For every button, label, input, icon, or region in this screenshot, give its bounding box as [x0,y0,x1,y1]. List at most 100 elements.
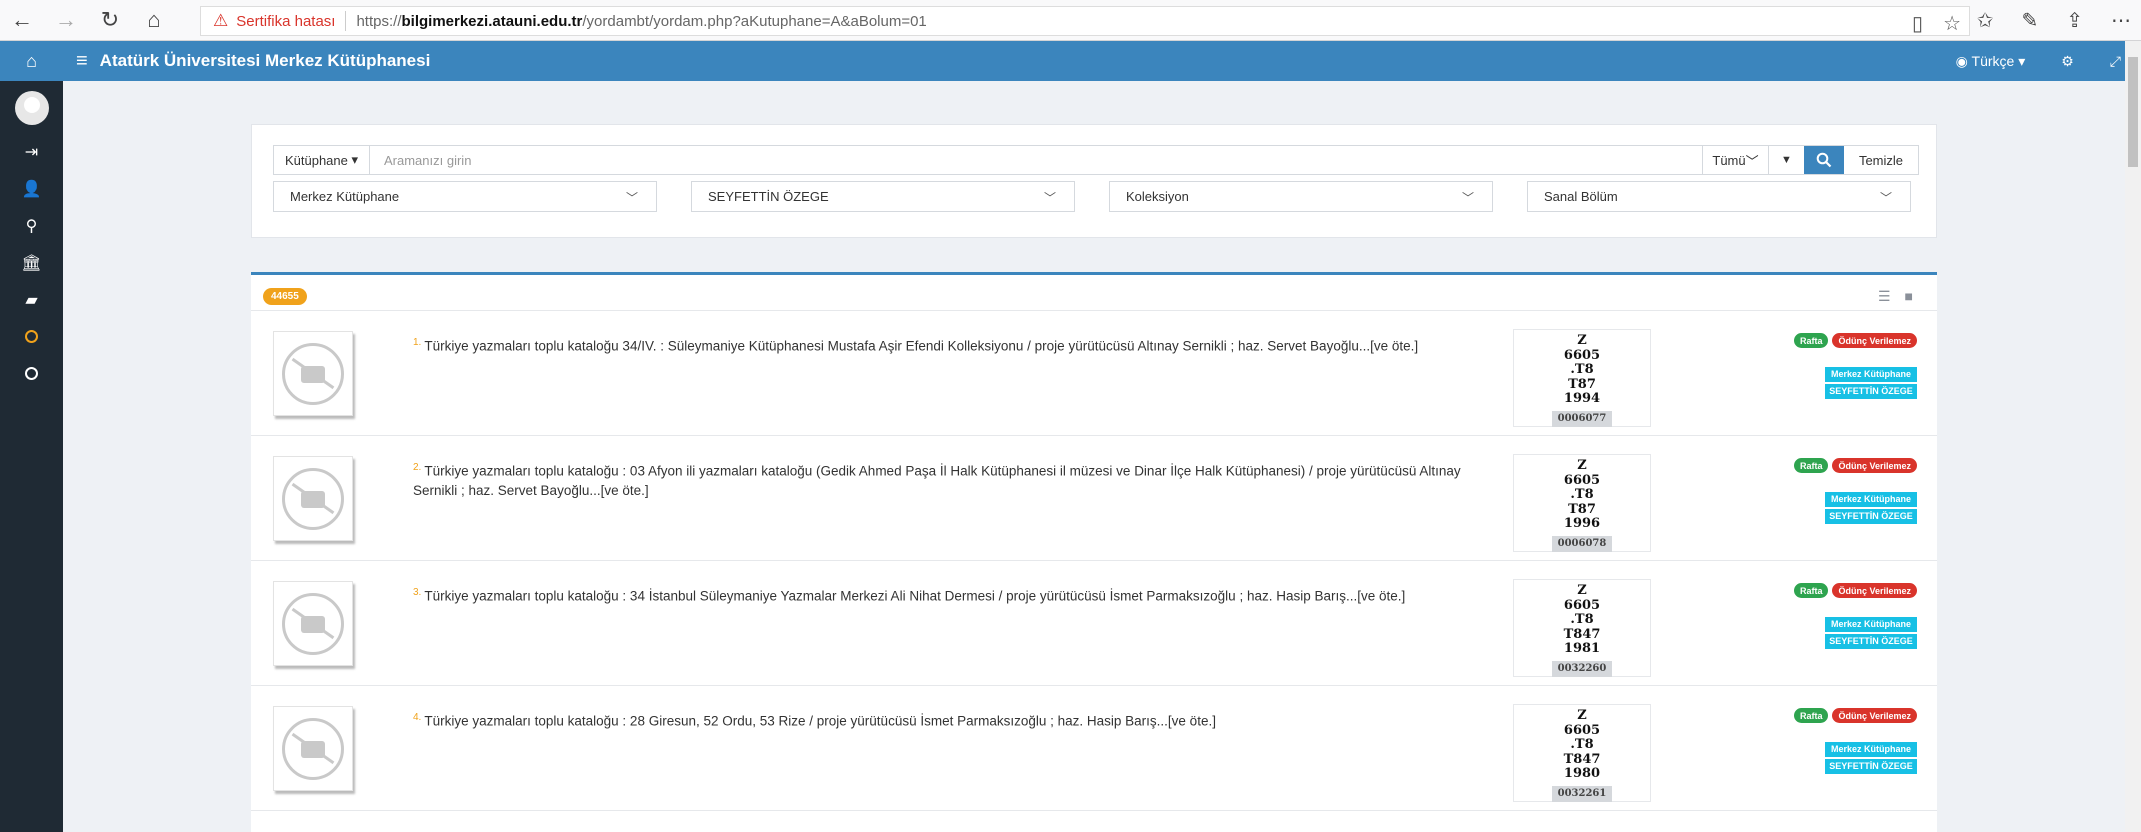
search-icon [1816,152,1832,168]
section-select[interactable]: SEYFETTİN ÖZEGE ﹀ [691,181,1075,212]
share-icon[interactable]: ⇪ [2066,8,2083,33]
library-dropdown[interactable]: Kütüphane ▾ [274,146,370,174]
call-line: 1996 [1563,516,1601,531]
list-item: 3. Türkiye yazmaları toplu kataloğu : 34 … [251,560,1937,684]
result-title-text: Türkiye yazmaları toplu kataloğu : 28 Gi… [424,713,1216,729]
barcode: 0006078 [1551,535,1613,552]
results-panel: 44655 ☰ ■ 1. Türkiye yazmaları toplu kata… [251,272,1937,832]
certificate-error[interactable]: Sertifika hatası [236,13,335,30]
result-title[interactable]: 3. Türkiye yazmaları toplu kataloğu : 34 … [413,583,1493,606]
virtual-section-select[interactable]: Sanal Bölüm ﹀ [1527,181,1911,212]
favorite-star-icon[interactable]: ☆ [1943,11,1961,36]
search-bar: Kütüphane ▾ Tümü﹀ ▼ Temizle [273,145,1919,175]
pen-icon[interactable]: ✎ [2021,8,2038,33]
list-item: 4. Türkiye yazmaları toplu kataloğu : 28 … [251,685,1937,809]
status-badge: Rafta [1793,708,1829,723]
language-menu[interactable]: ◉ Türkçe ▾ [1956,53,2026,70]
back-icon[interactable]: ← [0,0,44,41]
collection-select[interactable]: Koleksiyon ﹀ [1109,181,1493,212]
loan-badge: Ödünç Verilemez [1832,458,1917,473]
avatar[interactable] [14,91,49,125]
home-icon[interactable]: ⌂ [0,41,63,81]
chevron-down-icon: ﹀ [1461,191,1474,205]
chevron-down-icon[interactable]: ▼ [1768,146,1804,174]
no-image-icon[interactable] [273,331,353,416]
library-select[interactable]: Merkez Kütüphane ﹀ [273,181,657,212]
list-view-icon[interactable]: ☰ [1878,288,1891,305]
barcode: 0032261 [1551,785,1613,802]
result-title-text: Türkiye yazmaları toplu kataloğu : 34 İs… [424,588,1406,604]
call-number: Z 6605 .T8 T87 1994 0006077 [1513,329,1651,427]
location-badge: Merkez Kütüphane [1825,742,1917,757]
address-bar[interactable]: ⚠ Sertifika hatası https:// bilgimerkezi… [200,6,1970,36]
address-separator [345,11,347,31]
result-title[interactable]: 1. Türkiye yazmaları toplu kataloğu 34/IV… [413,333,1493,356]
warning-icon: ⚠ [213,11,229,30]
no-image-icon[interactable] [273,706,353,791]
search-input[interactable] [370,146,1702,174]
call-number: Z 6605 .T8 T847 1981 0032260 [1513,579,1651,677]
select-value: SEYFETTİN ÖZEGE [708,189,829,204]
section-badge: SEYFETTİN ÖZEGE [1825,759,1917,774]
call-line: 6605 [1563,722,1601,738]
no-image-icon[interactable] [273,456,353,541]
grid-view-icon[interactable]: ■ [1905,288,1913,305]
login-icon[interactable]: ⇥ [0,133,63,170]
result-number: 4. [413,712,422,723]
reading-view-icon[interactable]: ▯ [1912,11,1923,36]
barcode: 0006077 [1551,410,1613,427]
home-icon[interactable]: ⌂ [132,0,176,41]
circle-active-icon[interactable] [0,318,63,355]
circle-icon[interactable] [0,355,63,392]
url-path: /yordambt/yordam.php?aKutuphane=A&aBolum… [582,12,927,30]
more-icon[interactable]: ⋯ [2111,8,2131,33]
favorites-list-icon[interactable]: ✩ [1977,8,1994,33]
call-line: T87 [1568,501,1596,517]
add-user-icon[interactable]: 👤 [0,170,63,207]
language-label: Türkçe [1971,52,2015,69]
scope-dropdown[interactable]: Tümü ﹀ [1702,146,1768,174]
section-badge: SEYFETTİN ÖZEGE [1825,384,1917,399]
section-badge: SEYFETTİN ÖZEGE [1825,634,1917,649]
result-title-text: Türkiye yazmaları toplu kataloğu 34/IV. … [424,338,1419,354]
fullscreen-icon[interactable]: ⤢ [2110,53,2121,70]
refresh-icon[interactable]: ↻ [88,0,132,41]
barcode: 0032260 [1551,660,1613,677]
settings-icon[interactable]: ⚙ [2061,53,2074,70]
select-value: Sanal Bölüm [1544,189,1618,204]
hamburger-icon[interactable]: ≡ [76,50,88,73]
result-title[interactable]: 4. Türkiye yazmaları toplu kataloğu : 28 … [413,708,1493,731]
no-image-icon[interactable] [273,581,353,666]
loan-badge: Ödünç Verilemez [1832,333,1917,348]
clear-button[interactable]: Temizle [1844,146,1918,174]
location-badge: Merkez Kütüphane [1825,492,1917,507]
forward-icon[interactable]: → [44,0,88,41]
book-icon[interactable]: ▰ [0,281,63,318]
result-number: 1. [413,337,422,348]
status-badge: Rafta [1793,583,1829,598]
call-line: 6605 [1563,347,1601,363]
result-title[interactable]: 2. Türkiye yazmaları toplu kataloğu : 03 … [413,458,1493,500]
call-line: .T8 [1570,737,1594,752]
search-panel: Kütüphane ▾ Tümü﹀ ▼ Temizle Merkez Kütüp… [251,124,1937,238]
call-line: 1994 [1563,391,1601,406]
library-icon[interactable]: 🏛 [0,244,63,281]
search-icon[interactable]: ⚲ [0,207,63,244]
browser-toolbar: ← → ↻ ⌂ ⚠ Sertifika hatası https:// bilg… [0,0,2141,41]
loan-badge: Ödünç Verilemez [1832,708,1917,723]
call-line: T847 [1563,751,1601,767]
result-number: 3. [413,587,422,598]
page-title: Atatürk Üniversitesi Merkez Kütüphanesi [99,51,431,70]
location-badge: Merkez Kütüphane [1825,367,1917,382]
chevron-down-icon: ﹀ [1879,191,1892,205]
url-protocol: https:// [356,12,402,30]
call-line: Z [1577,333,1587,348]
search-button[interactable] [1804,146,1844,174]
scrollbar-thumb[interactable] [2128,57,2138,167]
scope-label: Tümü [1712,152,1746,168]
location-badge: Merkez Kütüphane [1825,617,1917,632]
scrollbar[interactable] [2125,41,2141,832]
call-line: .T8 [1570,362,1594,377]
sidebar: ⌂ ⇥ 👤 ⚲ 🏛 ▰ [0,41,63,832]
result-number: 2. [413,462,422,473]
